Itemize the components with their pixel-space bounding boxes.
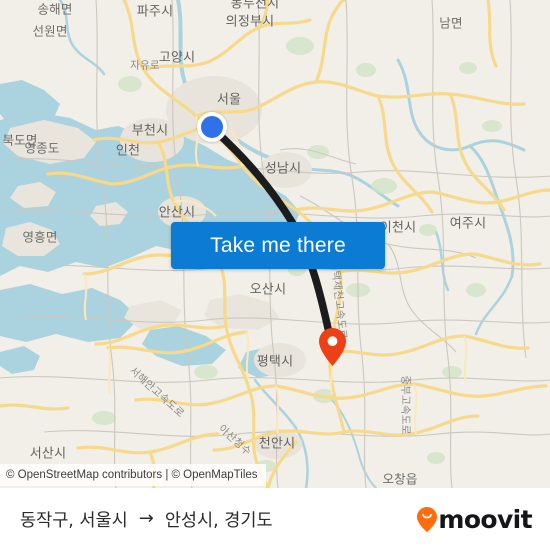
map-area[interactable]: 송해면 파주시 동두천시 의정부시 남면 선원면 고양시 자유로 서울 부천시 인천 북도면 영종도 성남… xyxy=(0,0,550,488)
origin-dot[interactable] xyxy=(197,112,227,142)
map-attribution: © OpenStreetMap contributors | © OpenMap… xyxy=(0,464,266,486)
moovit-pin-icon xyxy=(417,506,438,532)
arrow-right-icon: → xyxy=(138,508,154,529)
take-me-there-label: Take me there xyxy=(210,233,346,257)
footer-bar: 동작구, 서울시 → 안성시, 경기도 moovit xyxy=(0,488,550,550)
moovit-map-screen: 송해면 파주시 동두천시 의정부시 남면 선원면 고양시 자유로 서울 부천시 인천 북도면 영종도 성남… xyxy=(0,0,550,550)
trip-destination: 안성시, 경기도 xyxy=(164,510,273,531)
moovit-logo[interactable]: moovit xyxy=(417,504,533,534)
moovit-wordmark: moovit xyxy=(438,504,532,534)
destination-pin[interactable] xyxy=(319,328,346,366)
trip-summary: 동작구, 서울시 → 안성시, 경기도 xyxy=(20,507,273,532)
take-me-there-button[interactable]: Take me there xyxy=(171,222,385,269)
attribution-text: © OpenStreetMap contributors | © OpenMap… xyxy=(6,469,258,481)
trip-origin: 동작구, 서울시 xyxy=(20,510,128,531)
